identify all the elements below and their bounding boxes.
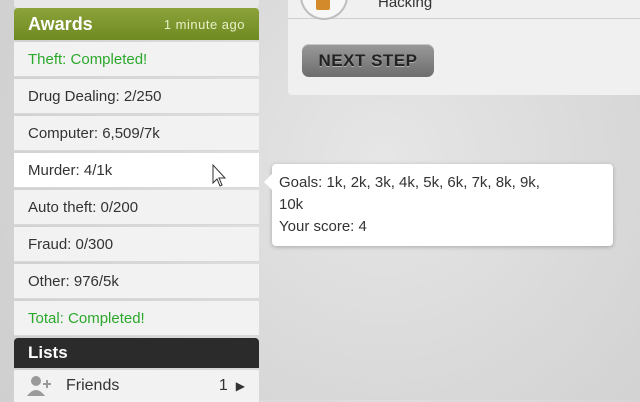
add-friend-icon: [26, 375, 56, 397]
next-step-button[interactable]: NEXT STEP: [302, 44, 434, 77]
mouse-cursor-icon: [212, 163, 228, 195]
lists-header[interactable]: Lists: [14, 338, 259, 368]
tooltip-goals-line1: Goals: 1k, 2k, 3k, 4k, 5k, 6k, 7k, 8k, 9…: [279, 174, 540, 191]
award-item-computer[interactable]: Computer: 6,509/7k: [14, 116, 259, 151]
award-item-fraud[interactable]: Fraud: 0/300: [14, 227, 259, 262]
awards-timestamp: 1 minute ago: [163, 16, 245, 32]
friends-label: Friends: [66, 377, 120, 394]
award-item-auto-theft[interactable]: Auto theft: 0/200: [14, 190, 259, 225]
tooltip-score: Your score: 4: [279, 218, 367, 235]
chevron-right-icon: ▶: [235, 379, 245, 393]
sidebar-top-sliver: [14, 0, 259, 8]
list-item-friends[interactable]: Friends 1 ▶: [14, 370, 259, 402]
awards-header[interactable]: Awards 1 minute ago: [14, 8, 259, 40]
award-item-total[interactable]: Total: Completed!: [14, 301, 259, 336]
award-item-theft[interactable]: Theft: Completed!: [14, 42, 259, 77]
award-tooltip: Goals: 1k, 2k, 3k, 4k, 5k, 6k, 7k, 8k, 9…: [264, 164, 613, 246]
tooltip-goals-line2: 10k: [279, 196, 304, 213]
award-item-drug-dealing[interactable]: Drug Dealing: 2/250: [14, 79, 259, 114]
jar-icon: [316, 0, 330, 10]
awards-title: Awards: [28, 13, 93, 34]
award-item-other[interactable]: Other: 976/5k: [14, 264, 259, 299]
friends-count: 1: [218, 377, 228, 394]
tooltip-arrow: [264, 174, 272, 190]
panel-divider: [288, 18, 640, 19]
activity-label: Hacking: [378, 0, 433, 11]
